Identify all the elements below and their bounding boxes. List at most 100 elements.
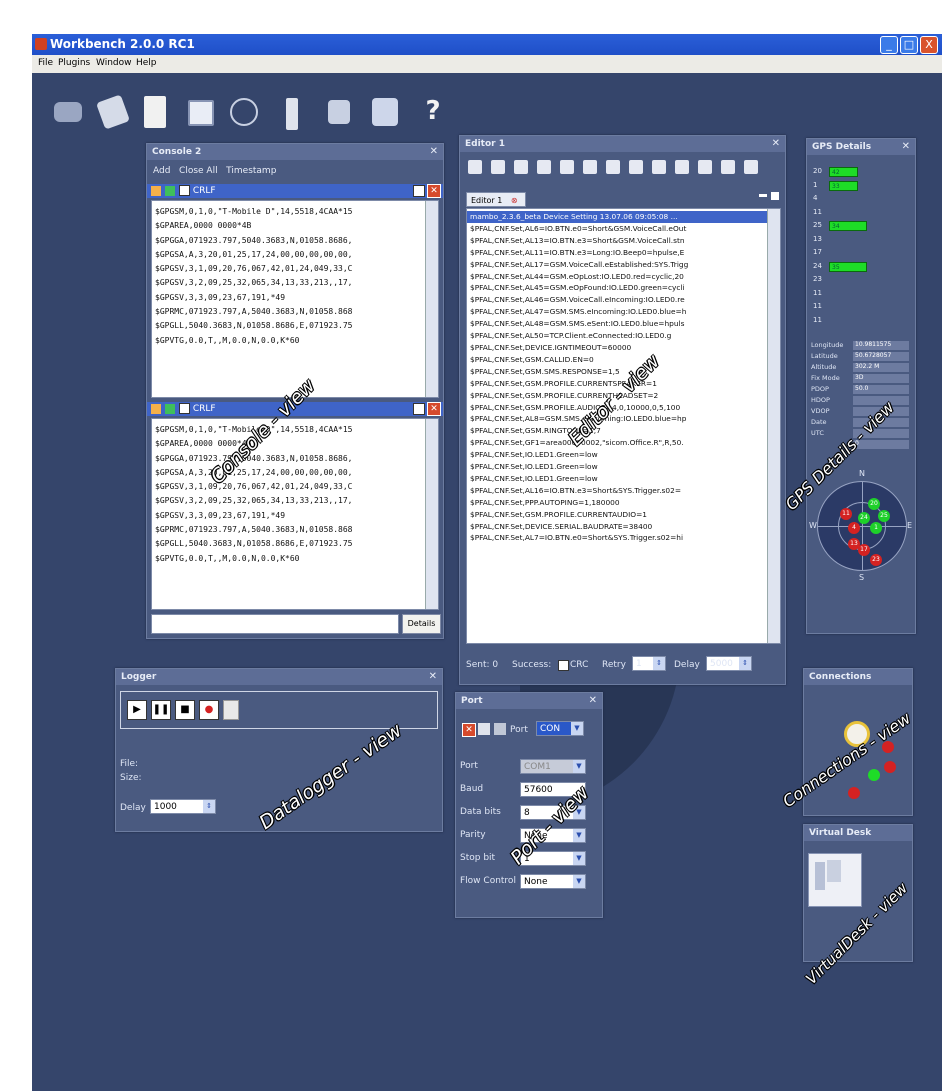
port-close-icon[interactable]: ✕ <box>589 695 597 706</box>
spin-icon[interactable]: ⇕ <box>203 800 215 813</box>
satellite-row: 11 <box>813 302 822 310</box>
satellite-row: 11 <box>813 208 822 216</box>
crc-checkbox[interactable] <box>558 660 569 671</box>
editor-tab[interactable]: Editor 1 ⊗ <box>466 192 526 207</box>
gps-close-icon[interactable]: ✕ <box>902 141 910 152</box>
node-red-icon[interactable] <box>848 787 860 799</box>
import-icon[interactable] <box>560 160 574 174</box>
console-close-all-button[interactable]: Close All <box>179 166 218 176</box>
probe-icon[interactable] <box>95 94 131 130</box>
network-icon[interactable] <box>54 102 82 122</box>
editor-titlebar: Editor 1 ✕ <box>460 136 785 152</box>
editor-icon[interactable] <box>372 98 398 126</box>
editor-line: $PFAL,CNF.Set,GSM.PROFILE.CURRENTAUDIO=1 <box>470 509 647 519</box>
editor-textarea[interactable]: mambo_2.3.6_beta Device Setting 13.07.06… <box>466 208 781 644</box>
close-button[interactable]: X <box>920 36 938 54</box>
menu-help[interactable]: Help <box>136 58 157 68</box>
spin-icon[interactable]: ⇕ <box>739 657 751 670</box>
pane-maximize-icon[interactable] <box>413 403 425 415</box>
disconnect-icon[interactable]: ✕ <box>462 723 476 737</box>
gps-field-label: PDOP <box>811 385 829 393</box>
port-field-label: Baud <box>460 784 484 794</box>
paste-icon[interactable] <box>698 160 712 174</box>
console-pane2-output[interactable]: $GPGSM,0,1,0,"T-Mobile D",14,5518,4CAA*1… <box>151 418 439 610</box>
logger-delay-spinner[interactable]: 1000 ⇕ <box>150 799 216 814</box>
satellite-id: 20 <box>813 167 822 175</box>
compass-w: W <box>809 521 817 530</box>
stop-icon[interactable]: ■ <box>175 700 195 720</box>
table-icon[interactable] <box>188 100 214 126</box>
console-input[interactable] <box>151 614 399 634</box>
copy-icon[interactable] <box>675 160 689 174</box>
chevron-down-icon[interactable]: ▼ <box>573 829 585 842</box>
crlf-checkbox[interactable] <box>179 185 190 196</box>
details-button[interactable]: Details <box>402 614 441 634</box>
device-icon[interactable] <box>286 98 298 130</box>
send-icon[interactable] <box>514 160 528 174</box>
open-file-icon[interactable] <box>491 160 505 174</box>
node-green-icon[interactable] <box>868 769 880 781</box>
port-field-select[interactable]: None ▼ <box>520 874 586 889</box>
port-select[interactable]: CON ▼ <box>536 721 584 736</box>
play-icon[interactable]: ▶ <box>127 700 147 720</box>
pane-close-icon[interactable]: ✕ <box>427 402 441 416</box>
document-icon[interactable] <box>144 96 166 128</box>
console-line: $GPRMC,071923.797,A,5040.3683,N,01058.86… <box>155 307 353 317</box>
cut-icon[interactable] <box>652 160 666 174</box>
console-timestamp-button[interactable]: Timestamp <box>226 166 276 176</box>
console-pane2-scrollbar[interactable] <box>425 419 438 609</box>
tab-close-icon[interactable]: ⊗ <box>511 196 518 205</box>
console-line: $GPGSA,A,3,20,01,25,17,24,00,00,00,00,00… <box>155 249 353 259</box>
retry-spinner[interactable]: 1 ⇕ <box>632 656 666 671</box>
console-add-button[interactable]: Add <box>153 166 170 176</box>
port-field-select[interactable]: COM1 ▼ <box>520 759 586 774</box>
node-red-icon[interactable] <box>884 761 896 773</box>
crlf-checkbox[interactable] <box>179 403 190 414</box>
menu-plugins[interactable]: Plugins <box>58 58 90 68</box>
editor-maximize-icon[interactable] <box>771 192 779 200</box>
chevron-down-icon[interactable]: ▼ <box>571 722 583 735</box>
gps-field-value: 50.6728057 <box>853 352 909 361</box>
logger-close-icon[interactable]: ✕ <box>429 671 437 682</box>
port-settings-icon[interactable] <box>494 723 506 735</box>
console-pane1-output[interactable]: $GPGSM,0,1,0,"T-Mobile D",14,5518,4CAA*1… <box>151 200 439 398</box>
new-file-icon[interactable] <box>468 160 482 174</box>
send-all-icon[interactable] <box>537 160 551 174</box>
gps-details-panel: GPS Details ✕ 20 42 1 33 4 11 25 34 13 17 24 35 23 11… <box>806 138 916 634</box>
help-icon[interactable]: ? <box>420 96 446 126</box>
spin-icon[interactable]: ⇕ <box>653 657 665 670</box>
pane-close-icon[interactable]: ✕ <box>427 184 441 198</box>
pause-icon[interactable]: ❚❚ <box>151 700 171 720</box>
editor-minimize-icon[interactable] <box>759 194 767 197</box>
undo-icon[interactable] <box>721 160 735 174</box>
crc-label: CRC <box>570 660 589 670</box>
chevron-down-icon[interactable]: ▼ <box>573 875 585 888</box>
retry-value: 1 <box>636 659 642 669</box>
editor-scrollbar[interactable] <box>767 209 780 643</box>
save-as-icon[interactable] <box>629 160 643 174</box>
editor-line: $PFAL,CNF.Set,AL8=GSM.SMS.eIncoming:IO.L… <box>470 414 687 424</box>
save-icon[interactable] <box>606 160 620 174</box>
file-icon[interactable] <box>223 700 239 720</box>
chevron-down-icon[interactable]: ▼ <box>573 852 585 865</box>
script-icon[interactable] <box>328 100 350 124</box>
satellite-icon[interactable] <box>230 98 258 126</box>
pane-maximize-icon[interactable] <box>413 185 425 197</box>
delete-icon[interactable] <box>583 160 597 174</box>
refresh-icon[interactable] <box>478 723 490 735</box>
editor-close-icon[interactable]: ✕ <box>772 138 780 149</box>
delay-spinner[interactable]: 5000 ⇕ <box>706 656 752 671</box>
desk-thumbnail-icon[interactable] <box>808 853 862 907</box>
minimize-button[interactable]: _ <box>880 36 898 54</box>
gps-field-label: VDOP <box>811 407 830 415</box>
redo-icon[interactable] <box>744 160 758 174</box>
console-close-icon[interactable]: ✕ <box>430 146 438 157</box>
satellite-row: 23 <box>813 275 822 283</box>
chevron-down-icon[interactable]: ▼ <box>573 760 585 773</box>
maximize-button[interactable]: □ <box>900 36 918 54</box>
console-pane1-scrollbar[interactable] <box>425 201 438 397</box>
grid-icon <box>165 186 175 196</box>
record-icon[interactable]: ● <box>199 700 219 720</box>
menu-file[interactable]: File <box>38 58 53 68</box>
menu-window[interactable]: Window <box>96 58 132 68</box>
